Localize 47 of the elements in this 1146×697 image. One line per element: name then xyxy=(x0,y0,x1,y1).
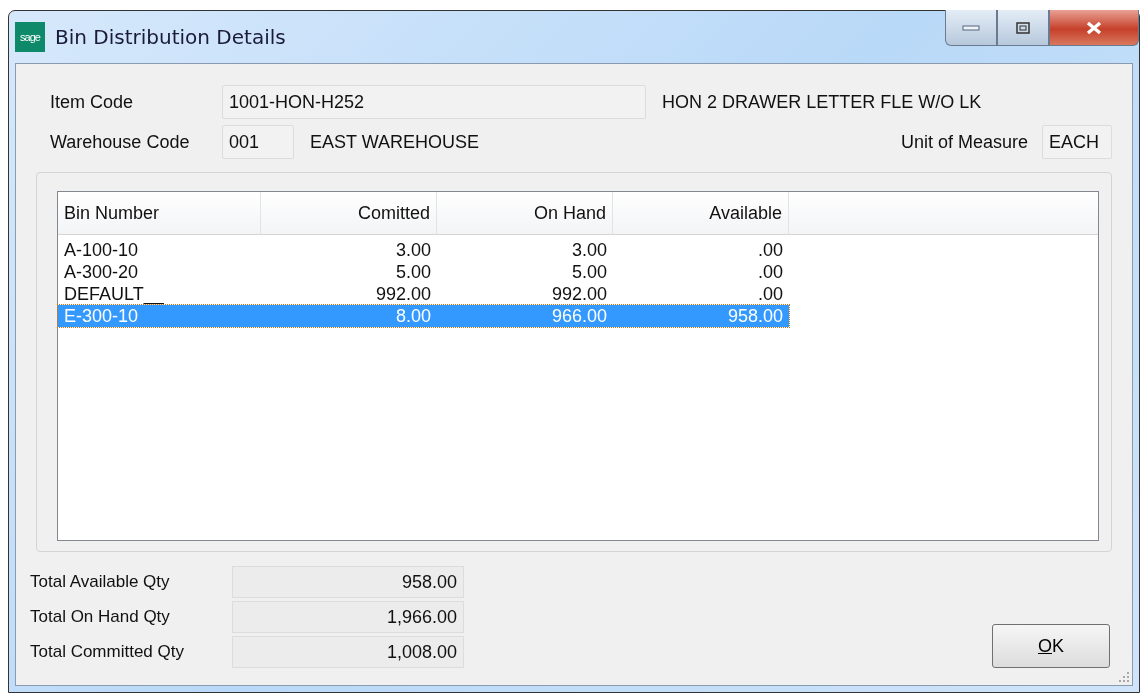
column-header[interactable]: Comitted xyxy=(261,192,437,234)
table-cell-text: 8.00 xyxy=(394,305,432,327)
item-description: HON 2 DRAWER LETTER FLE W/O LK xyxy=(662,91,982,113)
total-label: Total On Hand Qty xyxy=(30,607,171,627)
maximize-icon xyxy=(1016,21,1030,34)
window-title: Bin Distribution Details xyxy=(55,25,286,49)
table-cell-text: 5.00 xyxy=(570,261,608,283)
table-row[interactable]: A-100-10 3.00 3.00 .00 xyxy=(58,239,789,261)
total-value-field: 958.00 xyxy=(232,566,464,598)
app-logo: sage xyxy=(15,22,45,52)
warehouse-description: EAST WAREHOUSE xyxy=(310,131,480,153)
item-code-field[interactable]: 1001-HON-H252 xyxy=(222,85,646,119)
warehouse-code-field[interactable]: 001 xyxy=(222,125,294,159)
resize-grip-icon xyxy=(1118,671,1130,683)
column-header[interactable]: Available xyxy=(613,192,789,234)
table-cell-text: 5.00 xyxy=(394,261,432,283)
table-cell-text: .00 xyxy=(756,239,784,261)
maximize-button[interactable] xyxy=(997,10,1049,46)
field-label: Item Code xyxy=(50,91,135,113)
table-cell-text: 992.00 xyxy=(374,283,432,305)
field-label: Unit of Measure xyxy=(900,131,1028,153)
total-label: Total Committed Qty xyxy=(30,642,185,662)
table-cell-text: 958.00 xyxy=(726,305,784,327)
minimize-icon xyxy=(962,24,980,31)
table-cell-text: A-100-10 xyxy=(63,239,140,261)
ok-button[interactable]: OK xyxy=(992,624,1110,668)
unit-of-measure-field[interactable]: EACH xyxy=(1042,125,1112,159)
close-button[interactable] xyxy=(1049,10,1139,46)
table-cell-text: 3.00 xyxy=(570,239,608,261)
table-cell-text: .00 xyxy=(756,283,784,305)
table-cell-text: .00 xyxy=(756,261,784,283)
total-value-field: 1,008.00 xyxy=(232,636,464,668)
column-header[interactable]: Bin Number xyxy=(58,192,261,234)
close-icon xyxy=(1085,20,1103,35)
field-label: Warehouse Code xyxy=(50,131,191,153)
column-header[interactable]: On Hand xyxy=(437,192,613,234)
table-cell-text: 992.00 xyxy=(550,283,608,305)
minimize-button[interactable] xyxy=(945,10,997,46)
table-cell-text: 3.00 xyxy=(394,239,432,261)
table-cell-text: A-300-20 xyxy=(63,261,140,283)
table-cell-text: E-300-10 xyxy=(63,305,140,327)
total-value-field: 1,966.00 xyxy=(232,601,464,633)
table-cell-text: 966.00 xyxy=(550,305,608,327)
table-row[interactable]: DEFAULT__ 992.00 992.00 .00 xyxy=(58,283,789,305)
total-label: Total Available Qty xyxy=(30,572,171,592)
table-row[interactable]: A-300-20 5.00 5.00 .00 xyxy=(58,261,789,283)
table-cell-text: DEFAULT__ xyxy=(63,283,165,305)
